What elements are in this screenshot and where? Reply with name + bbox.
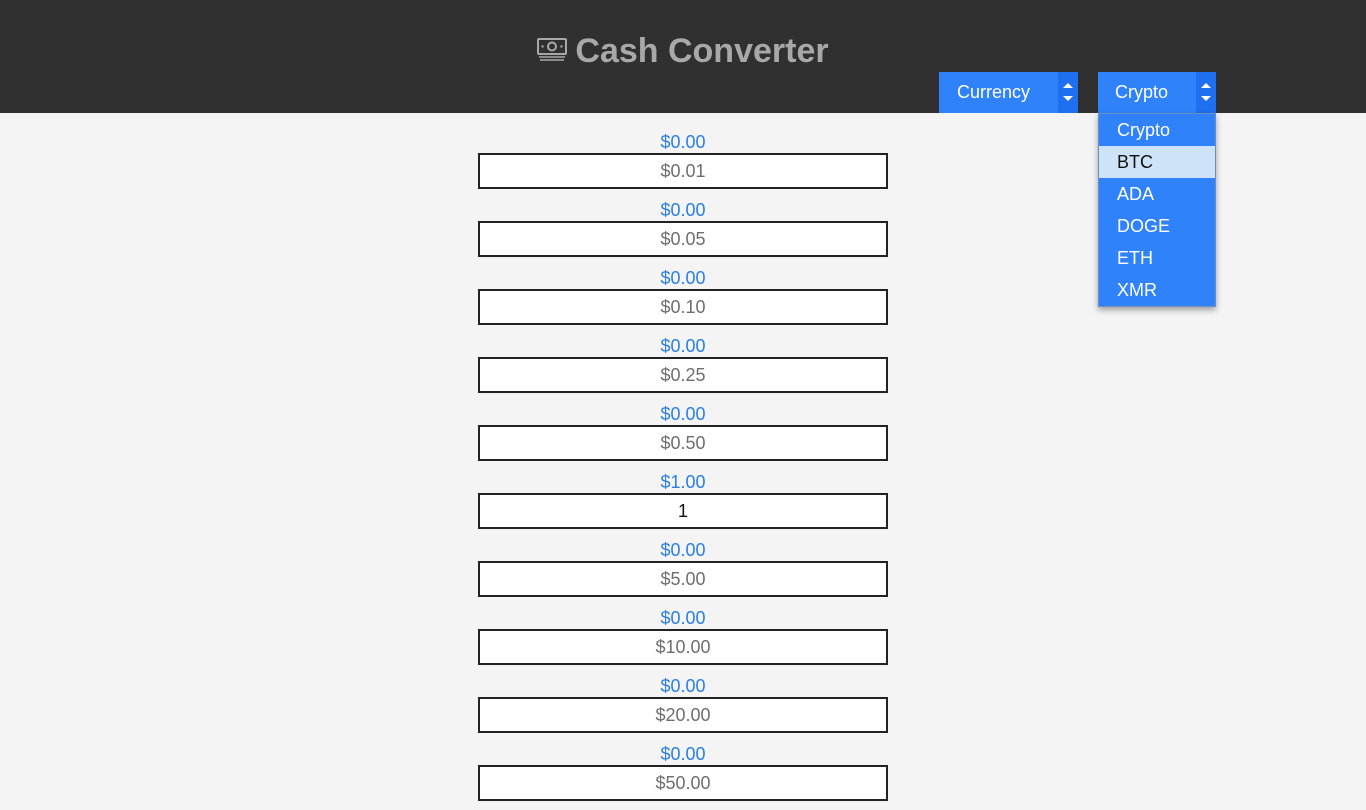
crypto-option-btc[interactable]: BTC <box>1099 146 1215 178</box>
crypto-select[interactable]: Crypto <box>1098 72 1216 113</box>
converted-value: $0.00 <box>660 404 706 424</box>
denomination-row: $0.00 <box>478 538 888 606</box>
crypto-dropdown-list: Crypto BTC ADA DOGE ETH XMR <box>1098 113 1216 307</box>
currency-select-label: Currency <box>957 82 1031 102</box>
denomination-row: $0.00 <box>478 334 888 402</box>
converted-value: $0.00 <box>660 132 706 152</box>
denomination-input[interactable] <box>478 765 888 801</box>
denomination-input[interactable] <box>478 357 888 393</box>
denomination-row: $1.00 <box>478 470 888 538</box>
denomination-row: $0.00 <box>478 266 888 334</box>
denomination-row: $0.00 <box>478 742 888 810</box>
denomination-input[interactable] <box>478 425 888 461</box>
app-header: Cash Converter Currency Crypto <box>0 0 1366 113</box>
converted-value: $0.00 <box>660 676 706 696</box>
select-arrows-icon <box>1058 72 1078 113</box>
crypto-option-doge[interactable]: DOGE <box>1099 210 1215 242</box>
denomination-row: $0.00 <box>478 674 888 742</box>
converted-value: $0.00 <box>660 336 706 356</box>
currency-select[interactable]: Currency <box>939 72 1078 113</box>
denomination-input[interactable] <box>478 153 888 189</box>
converted-value: $0.00 <box>660 268 706 288</box>
converted-value: $1.00 <box>660 472 706 492</box>
denomination-input[interactable] <box>478 493 888 529</box>
money-bill-icon <box>537 29 568 71</box>
converted-value: $0.00 <box>660 744 706 764</box>
denomination-row: $0.00 <box>478 198 888 266</box>
denomination-row: $0.00 <box>478 130 888 198</box>
crypto-option-crypto[interactable]: Crypto <box>1099 114 1215 146</box>
converted-value: $0.00 <box>660 540 706 560</box>
crypto-option-eth[interactable]: ETH <box>1099 242 1215 274</box>
denomination-input[interactable] <box>478 289 888 325</box>
denomination-row: $0.00 <box>478 606 888 674</box>
crypto-select-label: Crypto <box>1115 82 1169 102</box>
crypto-option-xmr[interactable]: XMR <box>1099 274 1215 306</box>
crypto-option-ada[interactable]: ADA <box>1099 178 1215 210</box>
denomination-input[interactable] <box>478 629 888 665</box>
denomination-input[interactable] <box>478 221 888 257</box>
denomination-list: $0.00 $0.00 $0.00 $0.00 $0.00 $1.00 $0.0… <box>478 130 888 810</box>
page-title: Cash Converter <box>0 30 1366 74</box>
denomination-input[interactable] <box>478 697 888 733</box>
denomination-input[interactable] <box>478 561 888 597</box>
converted-value: $0.00 <box>660 200 706 220</box>
select-arrows-icon <box>1196 72 1216 113</box>
page-title-text: Cash Converter <box>575 32 829 70</box>
converted-value: $0.00 <box>660 608 706 628</box>
denomination-row: $0.00 <box>478 402 888 470</box>
